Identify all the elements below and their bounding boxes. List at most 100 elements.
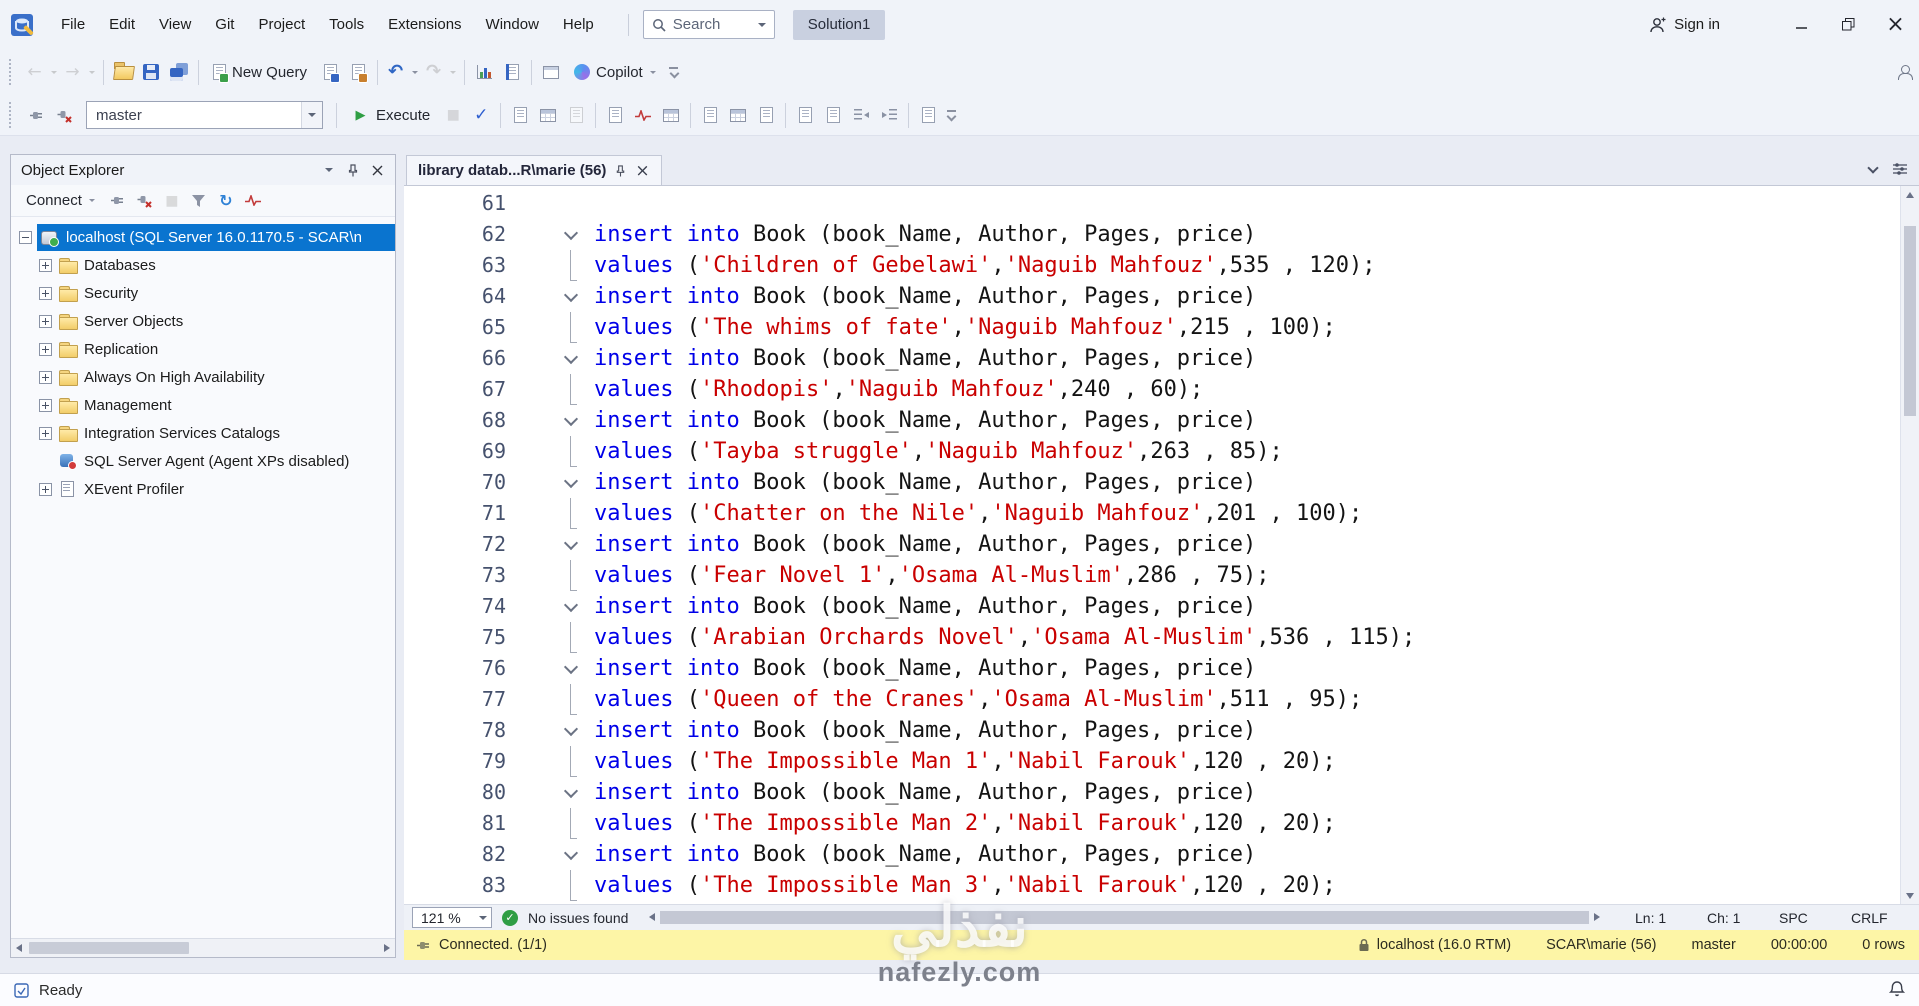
code-line[interactable]: 68 insert into Book (book_Name, Author, P… — [404, 405, 1900, 436]
scroll-down-button[interactable] — [1901, 887, 1919, 904]
code-area[interactable]: 61 62 insert into Book (book_Name, Author,… — [404, 185, 1919, 904]
code-line[interactable]: 67 values ('Rhodopis','Naguib Mahfouz',24… — [404, 374, 1900, 405]
code-line[interactable]: 61 — [404, 188, 1900, 219]
close-panel-button[interactable] — [365, 158, 389, 182]
execute-button[interactable]: Execute — [342, 101, 439, 130]
editor-options-icon[interactable] — [1893, 163, 1907, 175]
save-button[interactable] — [137, 58, 165, 87]
document-list-dropdown-icon[interactable] — [1867, 162, 1879, 174]
navigate-back-button[interactable] — [22, 58, 60, 87]
query-options-button[interactable] — [534, 101, 562, 130]
template-browser-button[interactable] — [537, 58, 565, 87]
scroll-right-icon[interactable] — [384, 944, 390, 952]
parse-button[interactable] — [467, 101, 495, 130]
undo-button[interactable] — [383, 58, 421, 87]
decrease-indent-button[interactable] — [847, 101, 875, 130]
scroll-up-button[interactable] — [1901, 186, 1919, 203]
connect-object-explorer-button[interactable] — [22, 101, 50, 130]
menu-project[interactable]: Project — [246, 0, 317, 49]
open-file-button[interactable] — [109, 58, 137, 87]
tree-item-security[interactable]: Security — [11, 279, 395, 307]
code-line[interactable]: 69 values ('Tayba struggle','Naguib Mahfo… — [404, 436, 1900, 467]
comment-selection-button[interactable] — [791, 101, 819, 130]
scroll-left-icon[interactable] — [649, 912, 656, 921]
toolbar-grip[interactable] — [9, 102, 15, 128]
tree-item-integration-services-catalogs[interactable]: Integration Services Catalogs — [11, 419, 395, 447]
menu-tools[interactable]: Tools — [317, 0, 376, 49]
fold-collapse-icon[interactable] — [562, 281, 580, 312]
connect-button[interactable]: Connect — [17, 188, 104, 214]
object-explorer-hscrollbar[interactable] — [11, 938, 395, 957]
activity-monitor-button[interactable] — [470, 58, 498, 87]
copilot-button[interactable]: Copilot — [565, 58, 665, 87]
restore-button[interactable] — [1825, 0, 1872, 49]
redo-button[interactable] — [421, 58, 459, 87]
code-line[interactable]: 75 values ('Arabian Orchards Novel','Osam… — [404, 622, 1900, 653]
tree-item-always-on-high-availability[interactable]: Always On High Availability — [11, 363, 395, 391]
expand-icon[interactable] — [39, 426, 52, 440]
code-line[interactable]: 63 values ('Children of Gebelawi','Naguib… — [404, 250, 1900, 281]
menu-file[interactable]: File — [49, 0, 97, 49]
code-line[interactable]: 82 insert into Book (book_Name, Author, P… — [404, 839, 1900, 870]
code-line[interactable]: 83 values ('The Impossible Man 3','Nabil … — [404, 870, 1900, 901]
code-line[interactable]: 76 insert into Book (book_Name, Author, P… — [404, 653, 1900, 684]
close-tab-icon[interactable] — [635, 161, 649, 181]
menu-git[interactable]: Git — [203, 0, 246, 49]
fold-collapse-icon[interactable] — [562, 219, 580, 250]
sign-in-button[interactable]: Sign in — [1649, 16, 1720, 33]
database-engine-query-button[interactable] — [316, 58, 344, 87]
fold-collapse-icon[interactable] — [562, 591, 580, 622]
oe-stop-button[interactable] — [159, 188, 185, 214]
collapse-box-icon[interactable] — [19, 230, 32, 244]
tree-item-management[interactable]: Management — [11, 391, 395, 419]
code-line[interactable]: 81 values ('The Impossible Man 2','Nabil … — [404, 808, 1900, 839]
menu-help[interactable]: Help — [551, 0, 606, 49]
expand-icon[interactable] — [39, 342, 52, 356]
tree-item-databases[interactable]: Databases — [11, 251, 395, 279]
code-line[interactable]: 79 values ('The Impossible Man 1','Nabil … — [404, 746, 1900, 777]
include-live-statistics-button[interactable] — [629, 101, 657, 130]
results-to-grid-button[interactable] — [724, 101, 752, 130]
database-combo[interactable]: master — [86, 101, 323, 129]
include-actual-plan-button[interactable] — [601, 101, 629, 130]
fold-collapse-icon[interactable] — [562, 901, 580, 904]
fold-collapse-icon[interactable] — [562, 839, 580, 870]
scroll-left-icon[interactable] — [16, 944, 22, 952]
expand-icon[interactable] — [39, 258, 52, 272]
tree-item-server-objects[interactable]: Server Objects — [11, 307, 395, 335]
toolbar-grip[interactable] — [9, 59, 15, 85]
save-all-button[interactable] — [165, 58, 193, 87]
scrollbar-thumb[interactable] — [29, 942, 189, 954]
send-feedback-button[interactable] — [1891, 58, 1919, 87]
code-line[interactable]: 84 insert into Book (book_Name, Author, P… — [404, 901, 1900, 904]
close-button[interactable] — [1872, 0, 1919, 49]
server-selection[interactable]: localhost (SQL Server 16.0.1170.5 - SCAR… — [37, 223, 395, 251]
menu-window[interactable]: Window — [474, 0, 551, 49]
menu-extensions[interactable]: Extensions — [376, 0, 473, 49]
oe-filter-button[interactable] — [186, 188, 212, 214]
registered-servers-button[interactable] — [498, 58, 526, 87]
oe-activity-button[interactable] — [240, 188, 266, 214]
toolbar-overflow-button[interactable] — [942, 101, 960, 130]
menu-view[interactable]: View — [147, 0, 203, 49]
fold-collapse-icon[interactable] — [562, 405, 580, 436]
scrollbar-thumb[interactable] — [1904, 226, 1916, 416]
scrollbar-thumb[interactable] — [660, 910, 1589, 924]
editor-vscrollbar[interactable] — [1900, 186, 1919, 904]
intellisense-enabled-button[interactable] — [562, 101, 590, 130]
code-line[interactable]: 71 values ('Chatter on the Nile','Naguib … — [404, 498, 1900, 529]
results-to-file-button[interactable] — [752, 101, 780, 130]
menu-edit[interactable]: Edit — [97, 0, 147, 49]
navigate-forward-button[interactable] — [60, 58, 98, 87]
tree-item-xevent-profiler[interactable]: XEvent Profiler — [11, 475, 395, 503]
increase-indent-button[interactable] — [875, 101, 903, 130]
code-line[interactable]: 64 insert into Book (book_Name, Author, P… — [404, 281, 1900, 312]
analysis-services-query-button[interactable] — [344, 58, 372, 87]
code-line[interactable]: 72 insert into Book (book_Name, Author, P… — [404, 529, 1900, 560]
window-position-button[interactable] — [317, 158, 341, 182]
code-line[interactable]: 62 insert into Book (book_Name, Author, P… — [404, 219, 1900, 250]
editor-hscrollbar[interactable] — [644, 909, 1605, 927]
expand-icon[interactable] — [39, 314, 52, 328]
oe-connect-button[interactable] — [105, 188, 131, 214]
chevron-down-icon[interactable] — [301, 102, 322, 128]
